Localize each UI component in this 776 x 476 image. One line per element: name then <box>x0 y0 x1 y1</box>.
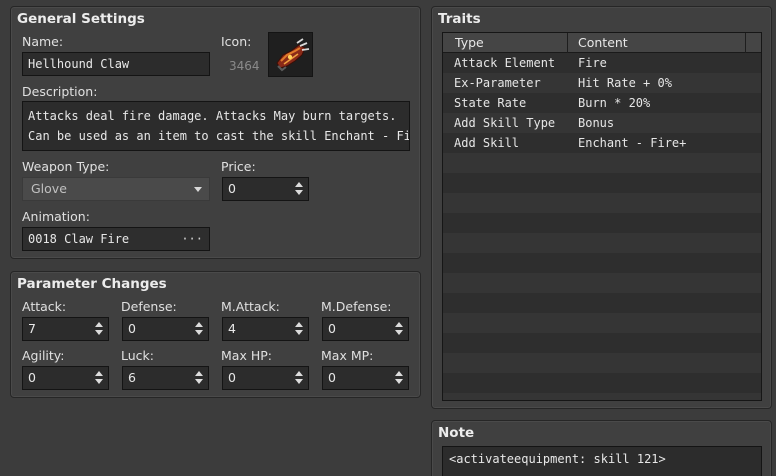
name-label: Name: <box>22 34 64 49</box>
param-attack-value: 7 <box>28 321 36 336</box>
table-row-empty[interactable] <box>443 353 761 373</box>
icon-label: Icon: <box>221 34 252 49</box>
param-label-mattack: M.Attack: <box>221 299 280 314</box>
param-mattack-spinbox[interactable]: 4 <box>222 317 309 341</box>
param-luck-spinbox[interactable]: 6 <box>122 366 209 390</box>
price-spinbox[interactable]: 0 <box>222 177 309 201</box>
trait-content: Bonus <box>578 116 615 130</box>
description-label: Description: <box>22 84 98 99</box>
param-mdefense-spinbox[interactable]: 0 <box>322 317 409 341</box>
table-row[interactable]: Attack Element Fire <box>443 53 761 73</box>
table-row-empty[interactable] <box>443 293 761 313</box>
param-agility-spinbox[interactable]: 0 <box>22 366 109 390</box>
column-header-content[interactable]: Content <box>578 35 628 50</box>
chevron-down-icon <box>194 187 202 192</box>
trait-content: Enchant - Fire+ <box>578 136 687 150</box>
table-row-empty[interactable] <box>443 213 761 233</box>
param-label-maxmp: Max MP: <box>321 348 374 363</box>
column-divider <box>745 33 746 53</box>
table-row-empty[interactable] <box>443 253 761 273</box>
icon-index: 3464 <box>229 59 260 73</box>
table-row-empty[interactable] <box>443 393 761 400</box>
table-row[interactable]: Ex-Parameter Hit Rate + 0% <box>443 73 761 93</box>
param-attack-spinbox[interactable]: 7 <box>22 317 109 341</box>
item-icon-picker[interactable] <box>268 32 313 77</box>
weapon-type-value: Glove <box>31 181 67 196</box>
parameter-changes-title: Parameter Changes <box>17 276 167 292</box>
animation-browse-button[interactable]: ··· <box>181 228 203 250</box>
note-title: Note <box>438 425 475 441</box>
traits-title: Traits <box>438 11 481 27</box>
param-mattack-value: 4 <box>228 321 236 336</box>
spin-arrows-icon[interactable] <box>395 322 403 336</box>
traits-table[interactable]: Type Content Attack Element Fire Ex-Para… <box>442 32 762 401</box>
traits-table-header: Type Content <box>443 33 761 53</box>
param-label-maxhp: Max HP: <box>221 348 272 363</box>
trait-content: Hit Rate + 0% <box>578 76 672 90</box>
claw-gauntlet-icon <box>269 33 312 76</box>
animation-picker[interactable]: 0018 Claw Fire ··· <box>22 227 210 251</box>
spin-arrows-icon[interactable] <box>295 182 303 196</box>
column-divider <box>567 33 568 53</box>
table-row-empty[interactable] <box>443 333 761 353</box>
description-textarea[interactable]: Attacks deal fire damage. Attacks May bu… <box>22 101 410 151</box>
trait-type: State Rate <box>454 96 527 110</box>
param-luck-value: 6 <box>128 370 136 385</box>
param-label-attack: Attack: <box>22 299 67 314</box>
price-label: Price: <box>221 159 256 174</box>
param-label-defense: Defense: <box>121 299 177 314</box>
table-row-empty[interactable] <box>443 313 761 333</box>
param-maxhp-spinbox[interactable]: 0 <box>222 366 309 390</box>
param-label-agility: Agility: <box>22 348 65 363</box>
trait-content: Fire <box>578 56 607 70</box>
spin-arrows-icon[interactable] <box>195 322 203 336</box>
spin-arrows-icon[interactable] <box>95 322 103 336</box>
note-textarea[interactable]: <activateequipment: skill 121> <box>442 446 762 476</box>
database-weapon-editor: General Settings Name: Hellhound Claw Ic… <box>0 0 776 476</box>
trait-content: Burn * 20% <box>578 96 651 110</box>
table-row-empty[interactable] <box>443 173 761 193</box>
traits-rows: Attack Element Fire Ex-Parameter Hit Rat… <box>443 53 761 400</box>
spin-arrows-icon[interactable] <box>195 371 203 385</box>
table-row-empty[interactable] <box>443 273 761 293</box>
table-row-empty[interactable] <box>443 233 761 253</box>
price-value: 0 <box>228 181 236 196</box>
name-input[interactable]: Hellhound Claw <box>22 52 210 76</box>
weapon-type-label: Weapon Type: <box>22 159 110 174</box>
param-mdefense-value: 0 <box>328 321 336 336</box>
animation-label: Animation: <box>22 209 90 224</box>
animation-value: 0018 Claw Fire <box>28 232 130 246</box>
table-row-empty[interactable] <box>443 153 761 173</box>
spin-arrows-icon[interactable] <box>395 371 403 385</box>
weapon-type-select[interactable]: Glove <box>22 177 210 201</box>
description-line-1: Attacks deal fire damage. Attacks May bu… <box>28 109 397 123</box>
general-settings-title: General Settings <box>17 11 145 27</box>
spin-arrows-icon[interactable] <box>295 371 303 385</box>
param-defense-spinbox[interactable]: 0 <box>122 317 209 341</box>
param-defense-value: 0 <box>128 321 136 336</box>
column-header-type[interactable]: Type <box>455 35 484 50</box>
table-row[interactable]: State Rate Burn * 20% <box>443 93 761 113</box>
trait-type: Add Skill Type <box>454 116 556 130</box>
table-row-empty[interactable] <box>443 373 761 393</box>
param-maxmp-value: 0 <box>328 370 336 385</box>
description-line-2: Can be used as an item to cast the skill… <box>28 129 410 143</box>
trait-type: Ex-Parameter <box>454 76 541 90</box>
spin-arrows-icon[interactable] <box>95 371 103 385</box>
param-maxhp-value: 0 <box>228 370 236 385</box>
param-maxmp-spinbox[interactable]: 0 <box>322 366 409 390</box>
param-label-mdefense: M.Defense: <box>321 299 392 314</box>
param-label-luck: Luck: <box>121 348 154 363</box>
table-row-empty[interactable] <box>443 193 761 213</box>
spin-arrows-icon[interactable] <box>295 322 303 336</box>
trait-type: Attack Element <box>454 56 556 70</box>
table-row[interactable]: Add Skill Type Bonus <box>443 113 761 133</box>
trait-type: Add Skill <box>454 136 520 150</box>
param-agility-value: 0 <box>28 370 36 385</box>
table-row[interactable]: Add Skill Enchant - Fire+ <box>443 133 761 153</box>
